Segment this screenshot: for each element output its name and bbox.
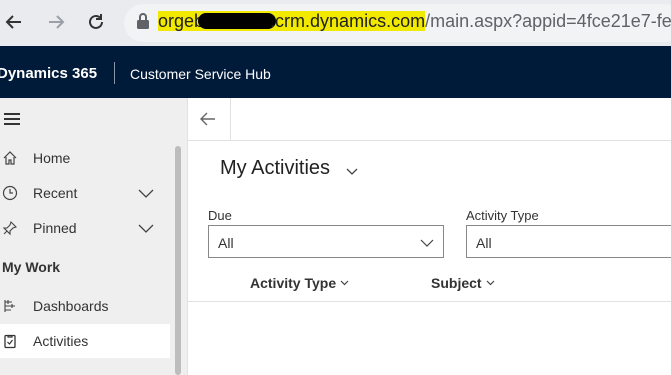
redaction-mark <box>198 13 277 29</box>
forward-arrow-icon[interactable] <box>44 10 68 34</box>
filter-value: All <box>218 235 234 251</box>
column-header-label: Subject <box>431 275 482 291</box>
filter-label-activity-type: Activity Type <box>466 208 539 223</box>
view-title[interactable]: My Activities <box>220 157 330 180</box>
sidebar-item-label: Activities <box>33 333 89 349</box>
sidebar-item-recent[interactable]: Recent <box>0 176 170 210</box>
dashboard-icon <box>2 298 20 316</box>
header-divider <box>114 62 115 84</box>
url-text[interactable]: orgeb .crm.dynamics.com/main.aspx?appid=4… <box>158 11 671 32</box>
clock-icon <box>2 185 20 203</box>
sidebar-section-title: My Work <box>2 259 61 275</box>
browser-toolbar: orgeb .crm.dynamics.com/main.aspx?appid=4… <box>0 0 671 46</box>
column-header-label: Activity Type <box>250 275 337 291</box>
app-header: Dynamics 365 Customer Service Hub <box>0 46 671 98</box>
chevron-down-icon <box>486 273 495 289</box>
command-bar-divider <box>230 98 231 141</box>
sidebar-item-label: Pinned <box>33 220 77 236</box>
column-header-activity-type[interactable]: Activity Type <box>250 273 349 291</box>
pin-icon <box>2 220 20 238</box>
command-bar <box>188 98 671 141</box>
column-header-subject[interactable]: Subject <box>431 273 495 291</box>
filter-label-due: Due <box>208 208 232 223</box>
sidebar-item-label: Home <box>33 150 71 166</box>
sidebar-item-label: Dashboards <box>33 298 109 314</box>
sidebar-item-home[interactable]: Home <box>0 141 170 175</box>
app-name[interactable]: Dynamics 365 <box>0 65 97 82</box>
filter-value: All <box>476 235 492 251</box>
url-host-end: .crm.dynamics.com <box>270 11 426 31</box>
home-icon <box>2 150 20 168</box>
activity-type-filter-select[interactable]: All <box>466 225 671 258</box>
sidebar-item-label: Recent <box>33 185 78 201</box>
sidebar-item-dashboards[interactable]: Dashboards <box>0 289 170 323</box>
reload-icon[interactable] <box>84 10 108 34</box>
chevron-down-icon <box>340 273 349 289</box>
sidebar-item-pinned[interactable]: Pinned <box>0 211 170 245</box>
sidebar-scrollbar[interactable] <box>175 146 181 375</box>
url-path: /main.aspx?appid=4fce21e7-fe85 <box>425 11 671 31</box>
due-filter-select[interactable]: All <box>208 225 444 258</box>
grid-header-divider <box>188 301 671 302</box>
chevron-down-icon[interactable] <box>345 164 359 182</box>
lock-icon[interactable] <box>136 12 150 35</box>
chevron-down-icon <box>419 236 435 254</box>
app-module-name[interactable]: Customer Service Hub <box>130 66 271 82</box>
sidebar: Home Recent Pinned My Work Dashboards Ac… <box>0 98 188 375</box>
main-content: My Activities Due All Activity Type All … <box>188 98 671 375</box>
sidebar-item-activities[interactable]: Activities <box>0 324 170 358</box>
back-arrow-icon[interactable] <box>198 110 220 130</box>
hamburger-menu-icon[interactable] <box>4 113 20 128</box>
chevron-down-icon[interactable] <box>137 186 155 202</box>
chevron-down-icon[interactable] <box>137 221 155 237</box>
activities-icon <box>2 333 20 351</box>
back-arrow-icon[interactable] <box>2 10 26 34</box>
